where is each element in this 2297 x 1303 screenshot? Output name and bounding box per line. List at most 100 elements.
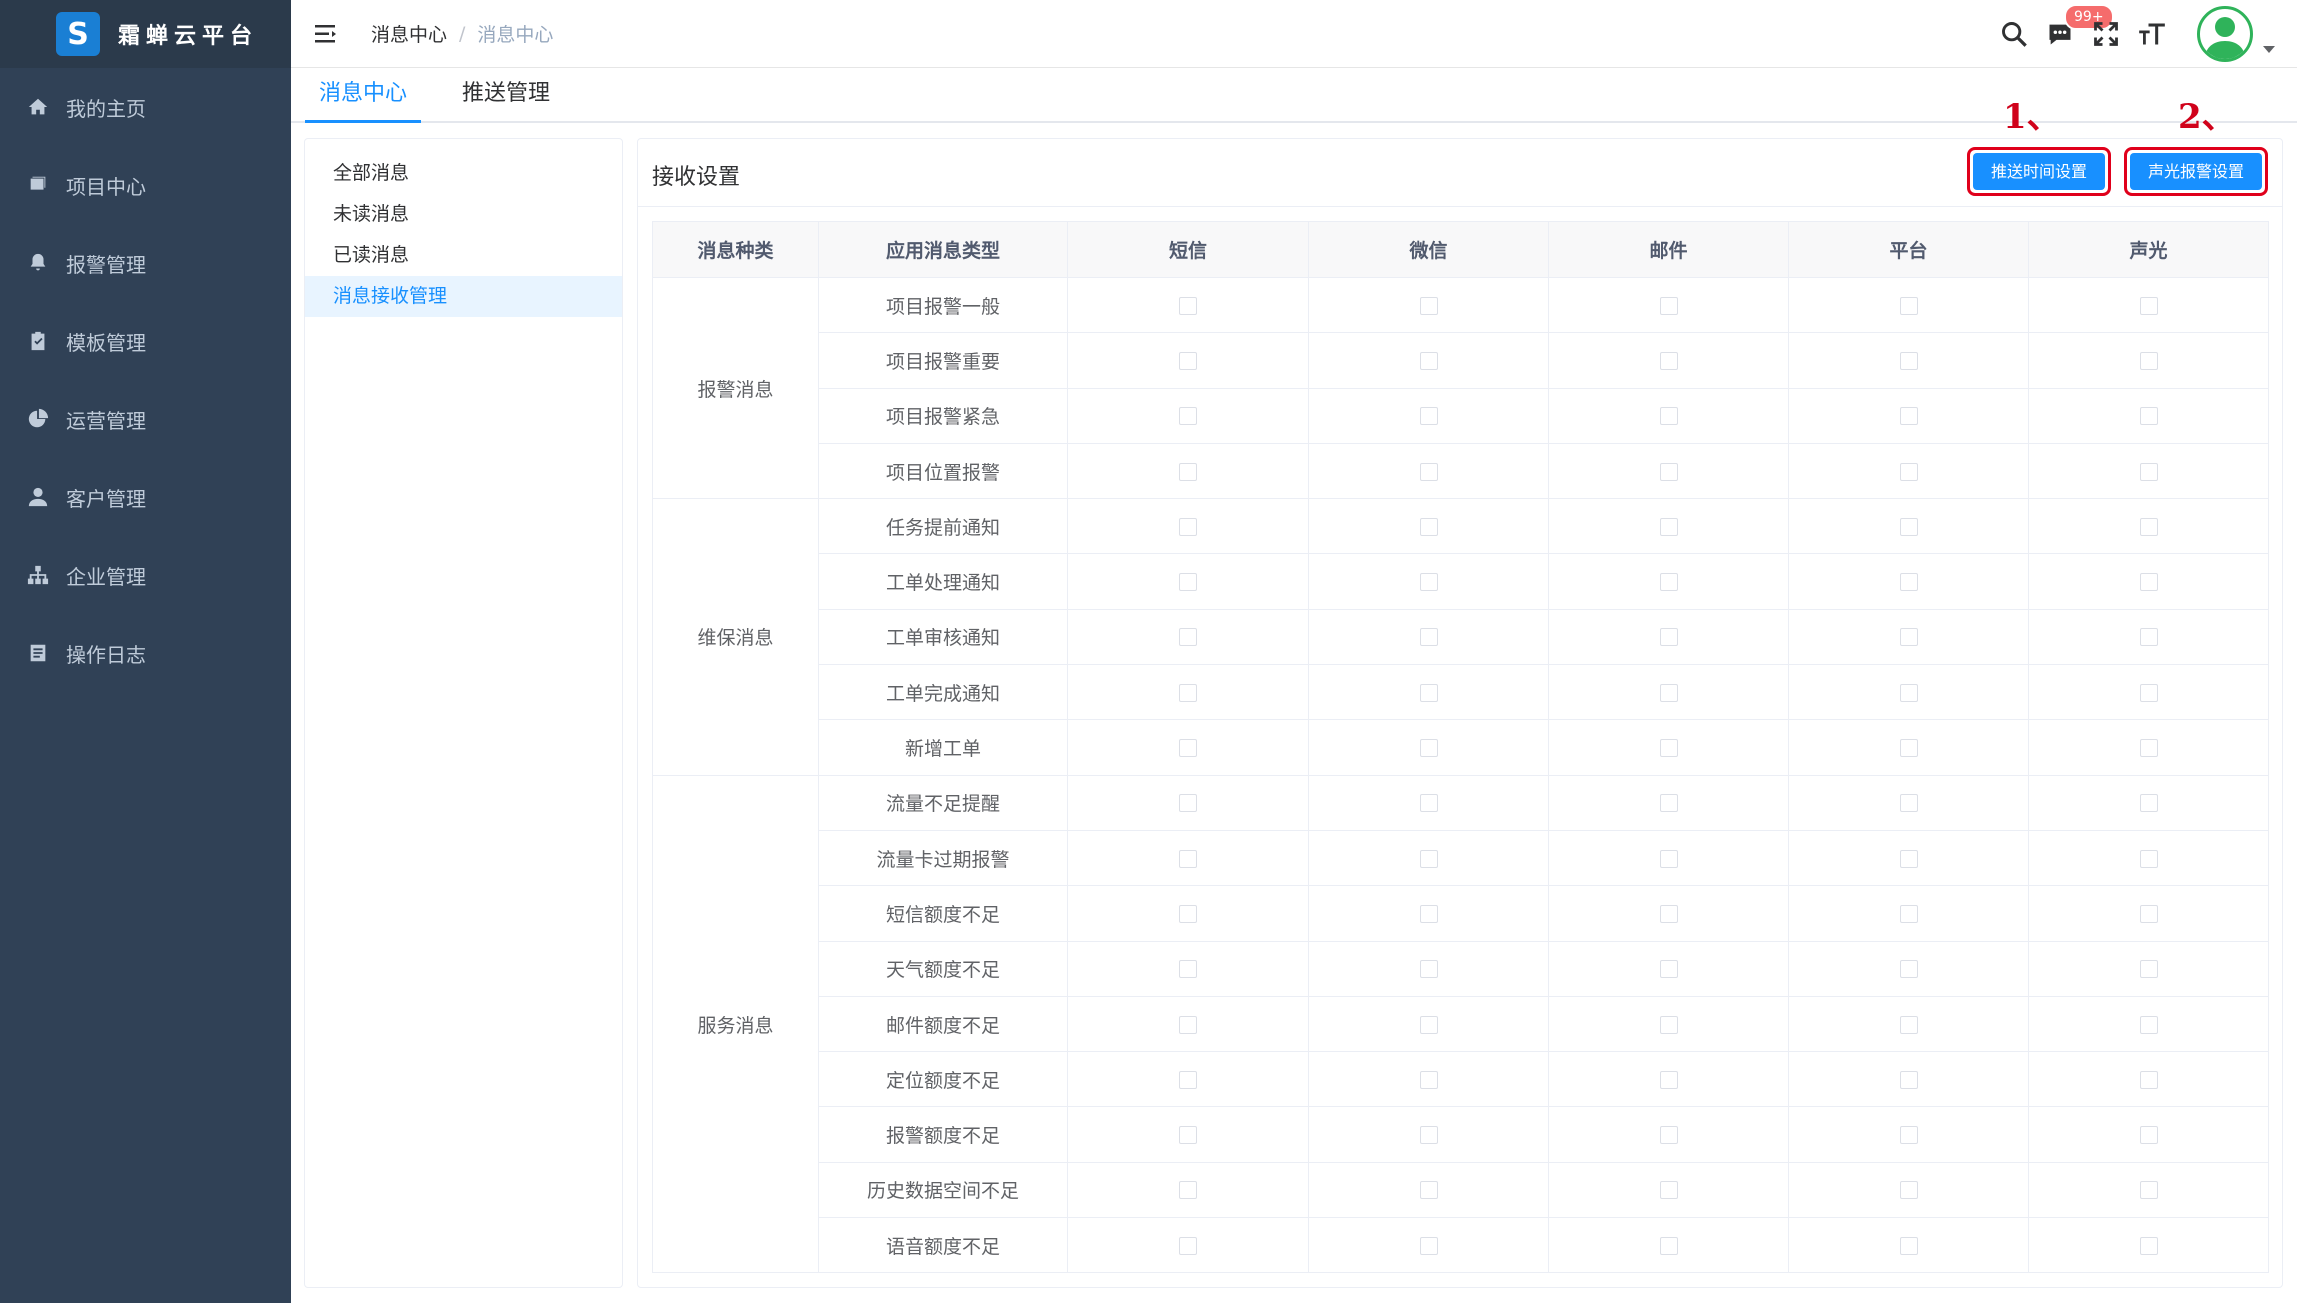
wechat-checkbox[interactable] — [1419, 462, 1438, 481]
email-checkbox[interactable] — [1659, 1070, 1678, 1089]
wechat-checkbox[interactable] — [1419, 683, 1438, 702]
sms-checkbox[interactable] — [1179, 573, 1197, 592]
sound-light-checkbox[interactable] — [2139, 296, 2158, 315]
sms-checkbox[interactable] — [1179, 1015, 1197, 1034]
platform-checkbox[interactable] — [1899, 573, 1918, 592]
sidebar-item-enterprise[interactable]: 企业管理 — [0, 536, 291, 614]
sound-light-checkbox[interactable] — [2139, 683, 2158, 702]
platform-checkbox[interactable] — [1899, 960, 1918, 979]
sms-checkbox[interactable] — [1179, 296, 1197, 315]
sound-light-checkbox[interactable] — [2139, 407, 2158, 426]
sms-checkbox[interactable] — [1179, 739, 1197, 758]
platform-checkbox[interactable] — [1899, 1236, 1918, 1255]
wechat-checkbox[interactable] — [1419, 517, 1438, 536]
push-time-settings-button[interactable]: 推送时间设置 — [1973, 153, 2106, 190]
sound-light-checkbox[interactable] — [2139, 849, 2158, 868]
sub-nav-unread[interactable]: 未读消息 — [305, 194, 622, 235]
sidebar-item-operation[interactable]: 运营管理 — [0, 380, 291, 458]
sound-light-checkbox[interactable] — [2139, 517, 2158, 536]
menu-toggle-icon[interactable] — [313, 20, 341, 48]
wechat-checkbox[interactable] — [1419, 296, 1438, 315]
wechat-checkbox[interactable] — [1419, 1181, 1438, 1200]
tab-message-center[interactable]: 消息中心 — [305, 69, 422, 123]
email-checkbox[interactable] — [1659, 517, 1678, 536]
sidebar-item-customer[interactable]: 客户管理 — [0, 458, 291, 536]
sub-nav-all[interactable]: 全部消息 — [305, 153, 622, 194]
wechat-checkbox[interactable] — [1419, 849, 1438, 868]
breadcrumb-item[interactable]: 消息中心 — [371, 20, 447, 47]
platform-checkbox[interactable] — [1899, 296, 1918, 315]
wechat-checkbox[interactable] — [1419, 573, 1438, 592]
sms-checkbox[interactable] — [1179, 351, 1197, 370]
email-checkbox[interactable] — [1659, 904, 1678, 923]
sound-light-checkbox[interactable] — [2139, 628, 2158, 647]
font-size-icon[interactable] — [2134, 16, 2170, 52]
email-checkbox[interactable] — [1659, 296, 1678, 315]
sidebar-item-log[interactable]: 操作日志 — [0, 614, 291, 692]
email-checkbox[interactable] — [1659, 462, 1678, 481]
sub-nav-receive-settings[interactable]: 消息接收管理 — [305, 276, 622, 317]
email-checkbox[interactable] — [1659, 960, 1678, 979]
wechat-checkbox[interactable] — [1419, 794, 1438, 813]
platform-checkbox[interactable] — [1899, 1015, 1918, 1034]
sound-light-checkbox[interactable] — [2139, 794, 2158, 813]
sms-checkbox[interactable] — [1179, 1236, 1197, 1255]
avatar[interactable] — [2197, 6, 2253, 62]
wechat-checkbox[interactable] — [1419, 1126, 1438, 1145]
wechat-checkbox[interactable] — [1419, 960, 1438, 979]
platform-checkbox[interactable] — [1899, 628, 1918, 647]
wechat-checkbox[interactable] — [1419, 628, 1438, 647]
sms-checkbox[interactable] — [1179, 960, 1197, 979]
platform-checkbox[interactable] — [1899, 739, 1918, 758]
sound-light-checkbox[interactable] — [2139, 573, 2158, 592]
platform-checkbox[interactable] — [1899, 1126, 1918, 1145]
email-checkbox[interactable] — [1659, 351, 1678, 370]
wechat-checkbox[interactable] — [1419, 1015, 1438, 1034]
sub-nav-read[interactable]: 已读消息 — [305, 235, 622, 276]
email-checkbox[interactable] — [1659, 849, 1678, 868]
email-checkbox[interactable] — [1659, 1181, 1678, 1200]
sms-checkbox[interactable] — [1179, 1070, 1197, 1089]
sound-light-checkbox[interactable] — [2139, 351, 2158, 370]
email-checkbox[interactable] — [1659, 683, 1678, 702]
sound-light-checkbox[interactable] — [2139, 1236, 2158, 1255]
sms-checkbox[interactable] — [1179, 517, 1197, 536]
platform-checkbox[interactable] — [1899, 407, 1918, 426]
sms-checkbox[interactable] — [1179, 407, 1197, 426]
fullscreen-icon[interactable] — [2088, 16, 2124, 52]
email-checkbox[interactable] — [1659, 1015, 1678, 1034]
tab-push-management[interactable]: 推送管理 — [448, 69, 564, 123]
sound-light-checkbox[interactable] — [2139, 1181, 2158, 1200]
platform-checkbox[interactable] — [1899, 849, 1918, 868]
sidebar-item-home[interactable]: 我的主页 — [0, 68, 291, 146]
sound-light-checkbox[interactable] — [2139, 462, 2158, 481]
sms-checkbox[interactable] — [1179, 1181, 1197, 1200]
wechat-checkbox[interactable] — [1419, 1236, 1438, 1255]
sms-checkbox[interactable] — [1179, 462, 1197, 481]
wechat-checkbox[interactable] — [1419, 739, 1438, 758]
sound-light-checkbox[interactable] — [2139, 904, 2158, 923]
wechat-checkbox[interactable] — [1419, 407, 1438, 426]
sound-light-checkbox[interactable] — [2139, 1070, 2158, 1089]
sidebar-item-alarm[interactable]: 报警管理 — [0, 224, 291, 302]
sms-checkbox[interactable] — [1179, 904, 1197, 923]
sms-checkbox[interactable] — [1179, 849, 1197, 868]
email-checkbox[interactable] — [1659, 739, 1678, 758]
sidebar-item-project[interactable]: 项目中心 — [0, 146, 291, 224]
email-checkbox[interactable] — [1659, 794, 1678, 813]
sidebar-item-template[interactable]: 模板管理 — [0, 302, 291, 380]
platform-checkbox[interactable] — [1899, 351, 1918, 370]
email-checkbox[interactable] — [1659, 1236, 1678, 1255]
platform-checkbox[interactable] — [1899, 683, 1918, 702]
sms-checkbox[interactable] — [1179, 628, 1197, 647]
email-checkbox[interactable] — [1659, 1126, 1678, 1145]
message-icon[interactable]: 99+ — [2042, 4, 2114, 52]
sms-checkbox[interactable] — [1179, 794, 1197, 813]
search-icon[interactable] — [1996, 16, 2032, 52]
platform-checkbox[interactable] — [1899, 1070, 1918, 1089]
sound-light-checkbox[interactable] — [2139, 960, 2158, 979]
alarm-settings-button[interactable]: 声光报警设置 — [2130, 153, 2263, 190]
sound-light-checkbox[interactable] — [2139, 1015, 2158, 1034]
sound-light-checkbox[interactable] — [2139, 739, 2158, 758]
platform-checkbox[interactable] — [1899, 794, 1918, 813]
